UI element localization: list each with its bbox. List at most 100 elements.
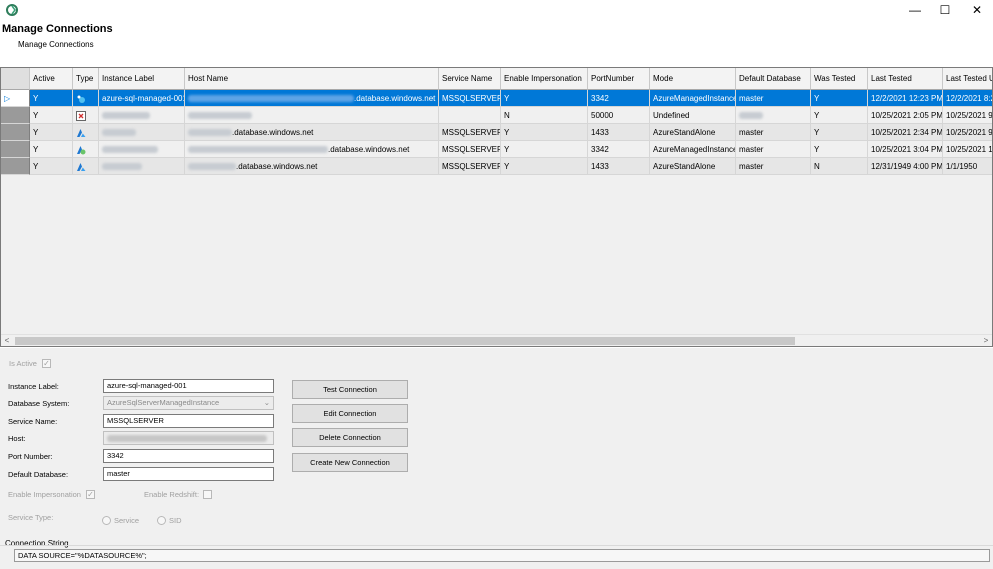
enable-impersonation-label: Enable Impersonation (8, 490, 81, 499)
connection-string-divider (0, 545, 993, 546)
cell-last-tested: 12/31/1949 4:00 PM (868, 158, 943, 175)
create-new-connection-button[interactable]: Create New Connection (292, 453, 408, 472)
row-indicator[interactable] (1, 141, 30, 158)
redacted-instance-label (102, 129, 136, 137)
row-indicator[interactable] (1, 124, 30, 141)
sid-radio[interactable] (157, 516, 166, 525)
service-radio[interactable] (102, 516, 111, 525)
connection-details-panel: Is Active ✓ Instance Label: azure-sql-ma… (0, 348, 993, 569)
column-header-port-number[interactable]: PortNumber (588, 68, 650, 90)
edit-connection-button[interactable]: Edit Connection (292, 404, 408, 423)
cell-last-tested: 10/25/2021 2:34 PM (868, 124, 943, 141)
redacted-host (188, 146, 328, 154)
connections-grid[interactable]: Active Type Instance Label Host Name Ser… (0, 67, 993, 347)
column-header-instance-label[interactable]: Instance Label (99, 68, 185, 90)
instance-label-input[interactable]: azure-sql-managed-001 (103, 379, 274, 393)
cell-active: Y (30, 124, 73, 141)
host-suffix: .database.windows.net (354, 94, 436, 103)
delete-connection-button[interactable]: Delete Connection (292, 428, 408, 447)
azure-icon (77, 128, 86, 137)
host-suffix: .database.windows.net (328, 145, 410, 154)
table-row[interactable]: ▷ Y azure-sql-managed-001 .database.wind… (1, 90, 992, 107)
column-header-type[interactable]: Type (73, 68, 99, 90)
host-suffix: .database.windows.net (236, 162, 318, 171)
cell-was-tested: Y (811, 90, 868, 107)
database-system-select[interactable]: AzureSqlServerManagedInstance ⌄ (103, 396, 274, 410)
test-connection-button[interactable]: Test Connection (292, 380, 408, 399)
cell-mode: AzureManagedInstance (650, 90, 736, 107)
cell-service-name: MSSQLSERVER (439, 90, 501, 107)
cell-service-name (439, 107, 501, 124)
cell-host-name: .database.windows.net (185, 124, 439, 141)
redacted-instance-label (102, 146, 158, 154)
broken-image-icon (76, 110, 86, 121)
column-header-service-name[interactable]: Service Name (439, 68, 501, 90)
cell-instance-label: azure-sql-managed-001 (99, 90, 185, 107)
azure-managed-icon (77, 145, 86, 155)
enable-redshift-label: Enable Redshift: (144, 490, 200, 499)
page-title: Manage Connections (2, 23, 113, 35)
table-row[interactable]: Y .database.windows.net MSSQLSERVER Y 33… (1, 141, 992, 158)
is-active-checkbox[interactable]: ✓ (42, 359, 51, 368)
cell-type (73, 107, 99, 124)
cell-enable-impersonation: Y (501, 124, 588, 141)
port-number-input[interactable]: 3342 (103, 449, 274, 463)
database-system-value: AzureSqlServerManagedInstance (107, 398, 220, 407)
port-number-label: Port Number: (8, 452, 53, 461)
cell-service-name: MSSQLSERVER (439, 141, 501, 158)
cell-active: Y (30, 141, 73, 158)
cell-last-tested-utc: 1/1/1950 (943, 158, 992, 175)
scroll-left-arrow-icon[interactable]: < (1, 335, 13, 346)
cell-host-name: .database.windows.net (185, 90, 439, 107)
host-label: Host: (8, 434, 26, 443)
scroll-right-arrow-icon[interactable]: > (980, 335, 992, 346)
horizontal-scrollbar[interactable]: < > (1, 334, 992, 346)
row-indicator[interactable]: ▷ (1, 90, 30, 107)
cell-enable-impersonation: N (501, 107, 588, 124)
cell-was-tested: N (811, 158, 868, 175)
column-header-was-tested[interactable]: Was Tested (811, 68, 868, 90)
column-header-last-tested-utc[interactable]: Last Tested U (943, 68, 992, 90)
cell-port: 3342 (588, 90, 650, 107)
cell-host-name: .database.windows.net (185, 141, 439, 158)
enable-redshift-checkbox[interactable] (203, 490, 212, 499)
service-type-label: Service Type: (8, 513, 54, 522)
is-active-label: Is Active (9, 359, 37, 368)
minimize-button[interactable]: — (905, 2, 925, 18)
redacted-instance-label (102, 163, 142, 171)
scrollbar-thumb[interactable] (15, 337, 795, 345)
cell-was-tested: Y (811, 107, 868, 124)
cell-service-name: MSSQLSERVER (439, 124, 501, 141)
cell-service-name: MSSQLSERVER (439, 158, 501, 175)
row-indicator[interactable] (1, 107, 30, 124)
cell-last-tested-utc: 10/25/2021 9: (943, 124, 992, 141)
row-indicator[interactable] (1, 158, 30, 175)
cell-last-tested-utc: 12/2/2021 8:2 (943, 90, 992, 107)
column-header-active[interactable]: Active (30, 68, 73, 90)
grid-header: Active Type Instance Label Host Name Ser… (1, 68, 992, 90)
cell-last-tested: 12/2/2021 12:23 PM (868, 90, 943, 107)
table-row[interactable]: Y N 50000 Undefined Y 10/25/2021 2:05 PM… (1, 107, 992, 124)
table-row[interactable]: Y .database.windows.net MSSQLSERVER Y 14… (1, 158, 992, 175)
cell-host-name: .database.windows.net (185, 158, 439, 175)
column-header-mode[interactable]: Mode (650, 68, 736, 90)
default-database-input[interactable]: master (103, 467, 274, 481)
column-header-default-database[interactable]: Default Database (736, 68, 811, 90)
close-button[interactable]: ✕ (967, 2, 987, 18)
cell-type (73, 90, 99, 107)
redacted-host (188, 129, 232, 137)
connection-string-field[interactable]: DATA SOURCE="%DATASOURCE%"; (14, 549, 990, 562)
host-input[interactable] (103, 431, 274, 445)
cell-last-tested: 10/25/2021 2:05 PM (868, 107, 943, 124)
maximize-button[interactable]: ☐ (935, 2, 955, 18)
cell-was-tested: Y (811, 141, 868, 158)
enable-impersonation-checkbox[interactable]: ✓ (86, 490, 95, 499)
column-header-last-tested[interactable]: Last Tested (868, 68, 943, 90)
column-header-enable-impersonation[interactable]: Enable Impersonation (501, 68, 588, 90)
row-header-corner (1, 68, 30, 90)
sid-radio-label: SID (169, 516, 182, 525)
cell-enable-impersonation: Y (501, 158, 588, 175)
table-row[interactable]: Y .database.windows.net MSSQLSERVER Y 14… (1, 124, 992, 141)
service-name-input[interactable]: MSSQLSERVER (103, 414, 274, 428)
column-header-host-name[interactable]: Host Name (185, 68, 439, 90)
